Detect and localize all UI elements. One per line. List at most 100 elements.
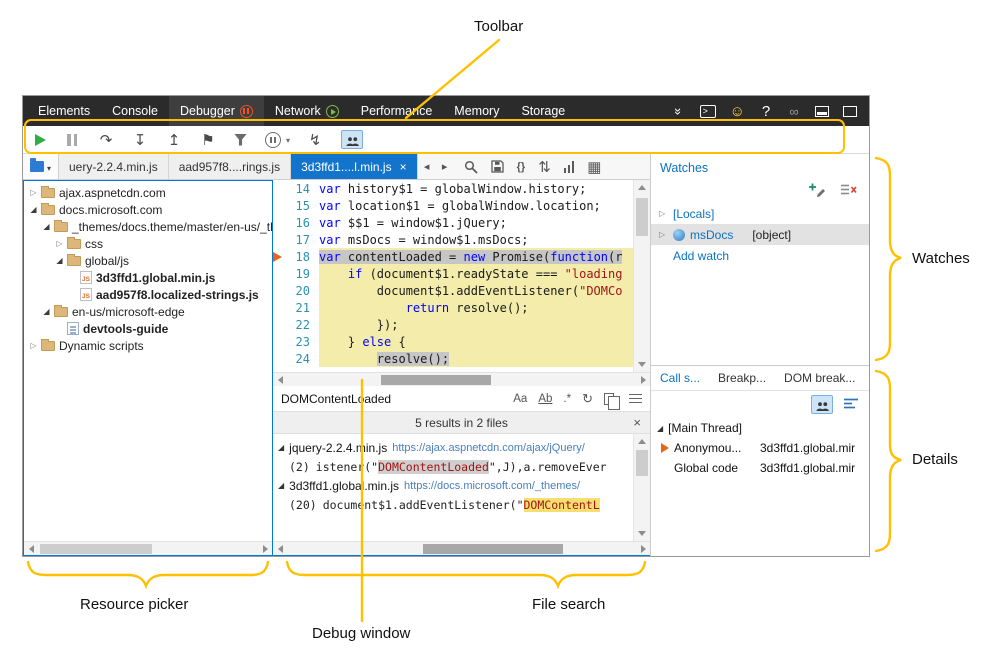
more-tools-icon[interactable] xyxy=(672,104,686,119)
scrollbar-thumb[interactable] xyxy=(636,198,648,236)
delete-watches-button[interactable] xyxy=(840,183,857,197)
code-text[interactable]: var history$1 = globalWindow.history; xyxy=(319,180,633,197)
callstack-frame[interactable]: Global code3d3ffd1.global.mir xyxy=(651,458,869,478)
continue-marker-button[interactable] xyxy=(265,132,281,148)
tree-item[interactable]: ▷ajax.aspnetcdn.com xyxy=(24,184,272,201)
regex-button[interactable]: .* xyxy=(563,393,571,405)
tree-item[interactable]: ▷Dynamic scripts xyxy=(24,337,272,354)
file-tab[interactable]: 3d3ffd1....l.min.js× xyxy=(291,154,418,179)
line-number[interactable]: 23 xyxy=(289,333,319,350)
scroll-left-icon[interactable] xyxy=(24,542,38,555)
scroll-down-icon[interactable] xyxy=(634,357,650,372)
file-picker-button[interactable] xyxy=(23,154,59,179)
line-number[interactable]: 22 xyxy=(289,316,319,333)
wrap-lines-button[interactable]: ⇅ xyxy=(538,158,551,176)
file-tab[interactable]: uery-2.2.4.min.js xyxy=(59,154,169,179)
copy-results-button[interactable] xyxy=(604,393,614,405)
tree-item[interactable]: 3d3ffd1.global.min.js xyxy=(24,269,272,286)
step-into-button[interactable]: ↧ xyxy=(132,131,148,149)
add-watch-link[interactable]: Add watch xyxy=(651,245,869,266)
callstack-frame[interactable]: Anonymou...3d3ffd1.global.mir xyxy=(651,438,869,458)
profiler-button[interactable] xyxy=(564,161,575,173)
tree-horizontal-scrollbar[interactable] xyxy=(24,541,272,555)
save-file-button[interactable] xyxy=(491,160,504,173)
event-breakpoints-toggle[interactable] xyxy=(811,395,833,414)
exception-settings-button[interactable] xyxy=(234,134,247,146)
execution-pointer-gutter[interactable] xyxy=(273,248,289,265)
top-tab-performance[interactable]: Performance xyxy=(350,96,444,126)
scrollbar-thumb[interactable] xyxy=(381,375,491,385)
scroll-up-icon[interactable] xyxy=(634,180,650,195)
step-out-button[interactable]: ↥ xyxy=(166,131,182,149)
search-input[interactable]: DOMContentLoaded xyxy=(281,392,502,406)
details-tab[interactable]: DOM break... xyxy=(775,366,864,390)
code-text[interactable]: document$1.addEventListener("DOMCo xyxy=(319,282,633,299)
collapse-results-button[interactable] xyxy=(629,394,642,404)
breakpoint-gutter[interactable] xyxy=(273,299,289,316)
previous-file-icon[interactable] xyxy=(418,154,436,179)
column-view-button[interactable]: ▦ xyxy=(587,158,601,176)
line-number[interactable]: 16 xyxy=(289,214,319,231)
search-result-match[interactable]: (20)document$1.addEventListener("DOMCont… xyxy=(273,495,633,514)
code-text[interactable]: resolve(); xyxy=(319,350,633,367)
tree-item[interactable]: aad957f8.localized-strings.js xyxy=(24,286,272,303)
scroll-right-icon[interactable] xyxy=(636,542,650,555)
scroll-right-icon[interactable] xyxy=(636,373,650,386)
code-text[interactable]: var location$1 = globalWindow.location; xyxy=(319,197,633,214)
details-tab[interactable]: Call s... xyxy=(651,366,709,390)
scroll-left-icon[interactable] xyxy=(273,373,287,386)
top-tab-memory[interactable]: Memory xyxy=(443,96,510,126)
expanded-arrow-icon[interactable]: ◢ xyxy=(278,481,284,490)
breakpoint-gutter[interactable] xyxy=(273,316,289,333)
async-frames-toggle[interactable] xyxy=(843,397,859,413)
thread-row[interactable]: ◢ [Main Thread] xyxy=(651,418,869,438)
console-drawer-icon[interactable] xyxy=(700,105,716,118)
scroll-down-icon[interactable] xyxy=(634,526,650,541)
expanded-arrow-icon[interactable]: ◢ xyxy=(28,205,39,214)
code-text[interactable]: if (document$1.readyState === "loading xyxy=(319,265,633,282)
breakpoint-gutter[interactable] xyxy=(273,214,289,231)
watch-row[interactable]: ▷msDocs[object] xyxy=(651,224,869,245)
expanded-arrow-icon[interactable]: ◢ xyxy=(41,307,52,316)
collapsed-arrow-icon[interactable]: ▷ xyxy=(28,188,39,197)
details-tab[interactable]: Breakp... xyxy=(709,366,775,390)
breakpoint-gutter[interactable] xyxy=(273,180,289,197)
scroll-up-icon[interactable] xyxy=(634,434,650,449)
collapsed-arrow-icon[interactable]: ▷ xyxy=(54,239,65,248)
undock-icon[interactable] xyxy=(843,106,857,117)
top-tab-elements[interactable]: Elements xyxy=(27,96,101,126)
expanded-arrow-icon[interactable]: ◢ xyxy=(657,424,663,433)
search-result-file[interactable]: ◢jquery-2.2.4.min.jshttps://ajax.aspnetc… xyxy=(273,438,633,457)
scrollbar-thumb[interactable] xyxy=(40,544,152,554)
code-text[interactable]: var contentLoaded = new Promise(function… xyxy=(319,248,633,265)
scrollbar-thumb[interactable] xyxy=(423,544,563,554)
tree-item[interactable]: ◢docs.microsoft.com xyxy=(24,201,272,218)
breakpoint-gutter[interactable] xyxy=(273,282,289,299)
results-vertical-scrollbar[interactable] xyxy=(633,434,650,541)
results-horizontal-scrollbar[interactable] xyxy=(273,541,650,555)
top-tab-network[interactable]: Network xyxy=(264,96,350,126)
code-text[interactable]: return resolve(); xyxy=(319,299,633,316)
top-tab-debugger[interactable]: Debugger xyxy=(169,96,264,126)
break-on-new-worker-button[interactable]: ⚑ xyxy=(200,131,216,149)
refresh-search-button[interactable]: ↻ xyxy=(582,391,593,407)
close-results-icon[interactable]: × xyxy=(633,415,641,430)
disable-breakpoints-button[interactable]: ↯ xyxy=(307,131,323,149)
expanded-arrow-icon[interactable]: ◢ xyxy=(54,256,65,265)
line-number[interactable]: 20 xyxy=(289,282,319,299)
find-in-file-button[interactable] xyxy=(464,160,478,174)
search-result-file[interactable]: ◢3d3ffd1.global.min.jshttps://docs.micro… xyxy=(273,476,633,495)
link-icon[interactable] xyxy=(787,104,801,119)
break-button[interactable] xyxy=(64,131,80,149)
close-tab-icon[interactable]: × xyxy=(400,160,407,174)
line-number[interactable]: 24 xyxy=(289,350,319,367)
feedback-smiley-icon[interactable]: ☺ xyxy=(730,103,745,120)
line-number[interactable]: 14 xyxy=(289,180,319,197)
line-number[interactable]: 15 xyxy=(289,197,319,214)
file-tab[interactable]: aad957f8....rings.js xyxy=(169,154,291,179)
line-number[interactable]: 19 xyxy=(289,265,319,282)
collapsed-arrow-icon[interactable]: ▷ xyxy=(659,230,668,239)
top-tab-storage[interactable]: Storage xyxy=(510,96,576,126)
next-file-icon[interactable] xyxy=(436,154,454,179)
scroll-right-icon[interactable] xyxy=(258,542,272,555)
